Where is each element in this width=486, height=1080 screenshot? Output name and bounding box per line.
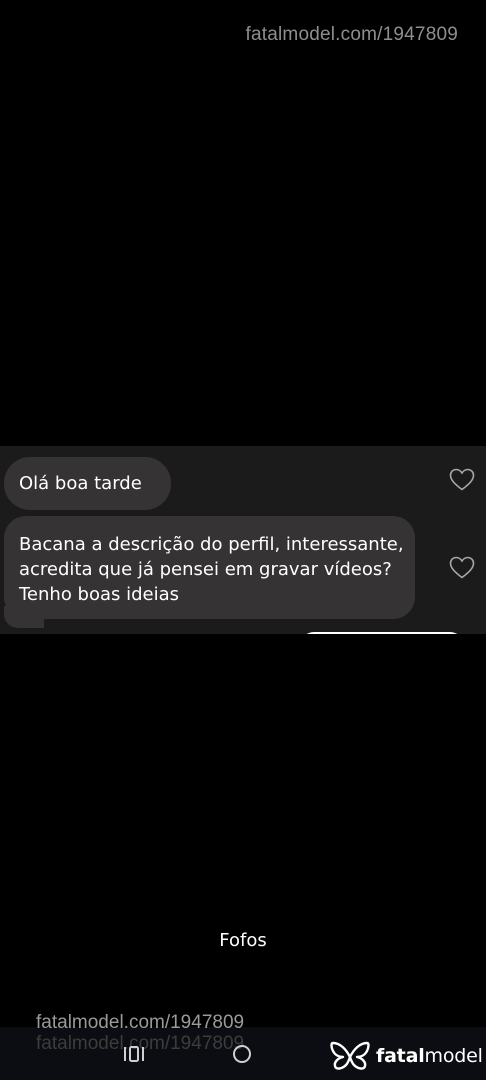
watermark-top: fatalmodel.com/1947809 (245, 24, 458, 45)
watermark-bottom: fatalmodel.com/1947809 (36, 1012, 245, 1033)
heart-outline-icon[interactable] (449, 556, 475, 580)
butterfly-logo-icon (330, 1041, 370, 1070)
brand-name-bold: fatal (376, 1045, 425, 1067)
brand-name-regular: model (424, 1045, 483, 1067)
home-icon[interactable] (233, 1045, 251, 1063)
heart-outline-icon[interactable] (449, 468, 475, 492)
message-text: Olá boa tarde (19, 473, 142, 494)
chat-message-list[interactable]: Olá boa tarde Bacana a descrição do perf… (0, 446, 486, 634)
outgoing-message-edge (300, 632, 464, 634)
brand-logo-lockup: fatalmodel (330, 1040, 483, 1072)
message-text: Bacana a descrição do perfil, interessan… (19, 534, 404, 605)
message-bubble[interactable]: Bacana a descrição do perfil, interessan… (4, 516, 415, 619)
sheet-label[interactable]: Fofos (0, 930, 486, 951)
recents-icon[interactable] (123, 1045, 145, 1063)
brand-name: fatalmodel (376, 1045, 483, 1067)
message-bubble[interactable]: Olá boa tarde (4, 457, 171, 510)
